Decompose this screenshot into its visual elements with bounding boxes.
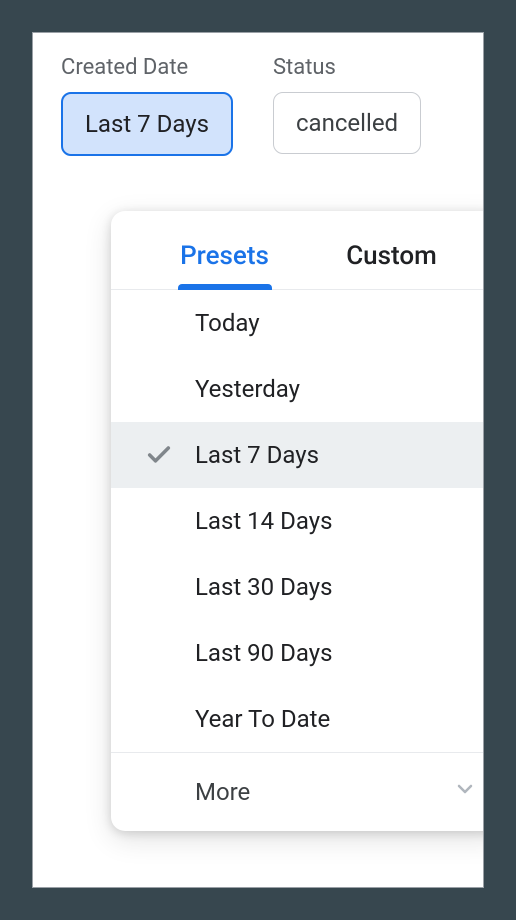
filter-label-status: Status [273,55,421,80]
preset-option[interactable]: Yesterday [111,356,484,422]
tab-custom[interactable]: Custom [308,241,475,289]
filter-chip-created-date[interactable]: Last 7 Days [61,92,233,156]
preset-option[interactable]: Last 90 Days [111,620,484,686]
preset-option[interactable]: Year To Date [111,686,484,752]
preset-option[interactable]: Last 30 Days [111,554,484,620]
preset-option[interactable]: Last 7 Days [111,422,484,488]
more-button[interactable]: More [111,752,484,831]
preset-option-label: Last 30 Days [195,573,484,601]
filter-chip-status[interactable]: cancelled [273,92,421,154]
chevron-down-icon [453,777,477,807]
filter-created-date: Created Date Last 7 Days [61,55,233,156]
preset-option[interactable]: Today [111,290,484,356]
filter-panel: U Created Date Last 7 Days Status cancel… [32,32,484,888]
tab-presets[interactable]: Presets [141,241,308,289]
preset-option[interactable]: Last 14 Days [111,488,484,554]
check-icon [139,441,195,469]
filter-label-created-date: Created Date [61,55,233,80]
preset-option-label: Yesterday [195,375,484,403]
dropdown-tabs: Presets Custom [111,211,484,290]
preset-option-label: Last 14 Days [195,507,484,535]
preset-option-label: Last 7 Days [195,441,484,469]
preset-option-label: Today [195,309,484,337]
preset-option-label: Year To Date [195,705,484,733]
preset-option-label: Last 90 Days [195,639,484,667]
more-label: More [195,778,453,806]
filters-row: Created Date Last 7 Days Status cancelle… [61,55,483,156]
filter-status: Status cancelled [273,55,421,154]
background-text: U [483,275,484,317]
preset-options-list: Today Yesterday Last 7 Days Last 14 Days Las… [111,290,484,752]
date-presets-dropdown: Presets Custom Today Yesterday Last 7 Days… [111,211,484,831]
